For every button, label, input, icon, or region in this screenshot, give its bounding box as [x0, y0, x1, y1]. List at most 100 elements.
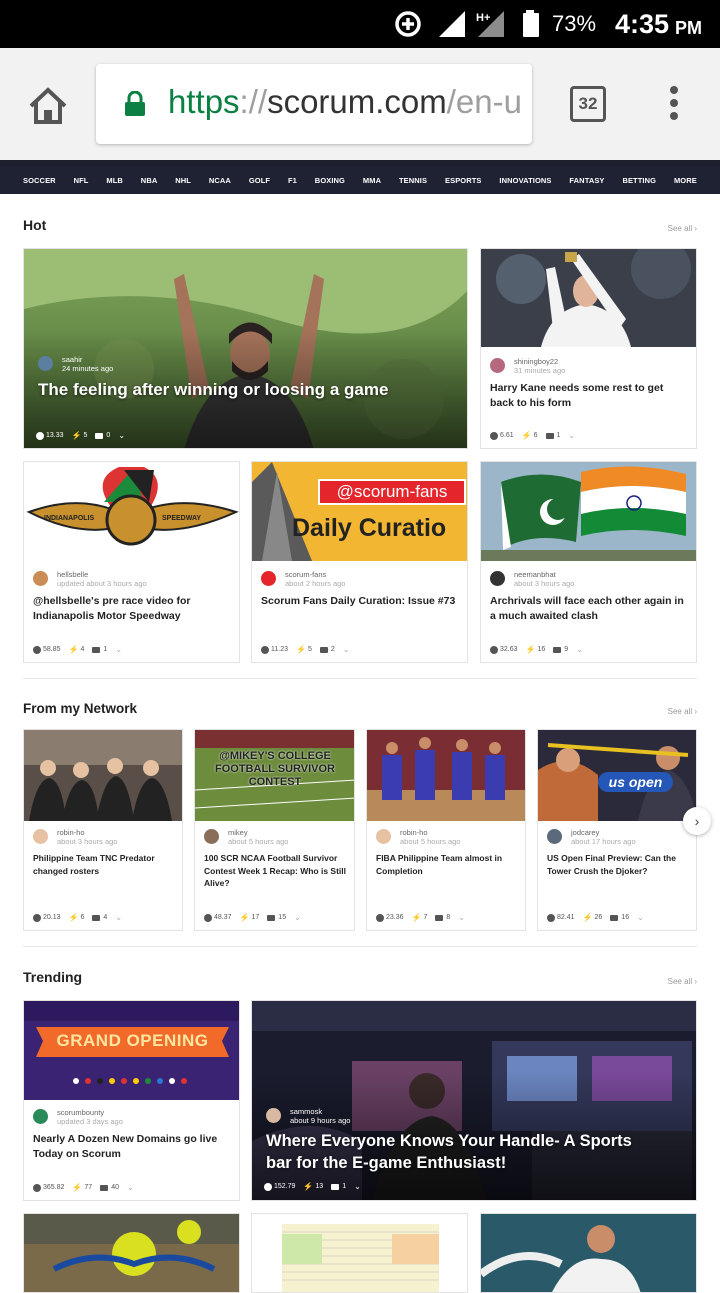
trending-see-all-link[interactable]: See all ›: [668, 977, 697, 986]
network-card[interactable]: robin-ho about 5 hours ago FIBA Philippin…: [366, 729, 526, 931]
network-see-all-link[interactable]: See all ›: [668, 707, 697, 716]
author-name[interactable]: mikey: [228, 828, 288, 837]
avatar[interactable]: [38, 356, 53, 371]
trending-card[interactable]: [23, 1213, 240, 1293]
chevron-down-icon[interactable]: ⌄: [568, 431, 575, 440]
chevron-down-icon[interactable]: ⌄: [343, 645, 350, 654]
sports-nav-item-golf[interactable]: GOLF: [249, 176, 270, 185]
trending-card[interactable]: [251, 1213, 468, 1293]
sports-nav-item-more[interactable]: MORE: [674, 176, 697, 185]
avatar[interactable]: [33, 829, 48, 844]
comment-icon[interactable]: [92, 646, 101, 653]
sports-nav-item-fantasy[interactable]: FANTASY: [569, 176, 604, 185]
post-title[interactable]: US Open Final Preview: Can the Tower Cru…: [547, 852, 688, 877]
comment-icon[interactable]: [267, 914, 276, 921]
hot-card[interactable]: shiningboy22 31 minutes ago Harry Kane ne…: [480, 248, 697, 449]
post-title[interactable]: Archrivals will face each other again in…: [490, 594, 688, 623]
network-card[interactable]: us open jodcarey about 17 hours ago US Op…: [537, 729, 697, 931]
post-title[interactable]: Where Everyone Knows Your Handle- A Spor…: [266, 1130, 656, 1174]
comment-icon[interactable]: [92, 914, 101, 921]
avatar[interactable]: [266, 1108, 281, 1123]
comment-icon[interactable]: [545, 432, 554, 439]
vote-icon[interactable]: ⚡: [69, 913, 79, 922]
post-title[interactable]: Harry Kane needs some rest to get back t…: [490, 381, 688, 410]
comment-icon[interactable]: [95, 432, 104, 439]
hot-see-all-link[interactable]: See all ›: [668, 224, 697, 233]
address-bar[interactable]: https://scorum.com/en-u: [96, 64, 532, 144]
tab-switcher-button[interactable]: 32: [570, 86, 606, 122]
sports-nav-item-nhl[interactable]: NHL: [175, 176, 191, 185]
vote-icon[interactable]: ⚡: [412, 913, 422, 922]
sports-nav-item-f1[interactable]: F1: [288, 176, 297, 185]
sports-nav-item-betting[interactable]: BETTING: [622, 176, 656, 185]
hot-card[interactable]: @scorum-fans Daily Curatio scorum-fans ab…: [251, 461, 468, 663]
vote-icon[interactable]: ⚡: [526, 645, 536, 654]
vote-icon[interactable]: ⚡: [72, 431, 82, 440]
avatar[interactable]: [490, 571, 505, 586]
trending-card-featured[interactable]: sammosk about 9 hours ago Where Everyone …: [251, 1000, 697, 1201]
sports-nav-item-boxing[interactable]: BOXING: [315, 176, 345, 185]
network-card[interactable]: @MIKEY'S COLLEGE FOOTBALL SURVIVOR CONTE…: [194, 729, 355, 931]
post-title[interactable]: FIBA Philippine Team almost in Completio…: [376, 852, 517, 877]
post-title[interactable]: 100 SCR NCAA Football Survivor Contest W…: [204, 852, 346, 890]
comment-icon[interactable]: [435, 914, 444, 921]
sports-nav-item-mma[interactable]: MMA: [363, 176, 381, 185]
home-icon[interactable]: [26, 84, 70, 128]
author-name[interactable]: saahir: [62, 355, 113, 364]
sports-nav-item-innovations[interactable]: INNOVATIONS: [499, 176, 551, 185]
post-title[interactable]: Scorum Fans Daily Curation: Issue #73: [261, 594, 459, 609]
sports-nav-item-nba[interactable]: NBA: [141, 176, 158, 185]
author-name[interactable]: robin-ho: [400, 828, 460, 837]
comment-icon[interactable]: [100, 1184, 109, 1191]
chevron-down-icon[interactable]: ⌄: [354, 1182, 361, 1191]
hot-card[interactable]: neemanbhat about 3 hours ago Archrivals w…: [480, 461, 697, 663]
vote-icon[interactable]: ⚡: [296, 645, 306, 654]
author-name[interactable]: neemanbhat: [514, 570, 574, 579]
url-text[interactable]: https://scorum.com/en-u: [168, 83, 522, 121]
chevron-down-icon[interactable]: ⌄: [294, 913, 301, 922]
author-name[interactable]: scorumbounty: [57, 1108, 123, 1117]
vote-icon[interactable]: ⚡: [72, 1183, 82, 1192]
post-title[interactable]: The feeling after winning or loosing a g…: [38, 379, 459, 401]
chevron-down-icon[interactable]: ⌄: [127, 1183, 134, 1192]
vote-icon[interactable]: ⚡: [522, 431, 532, 440]
sports-nav-item-soccer[interactable]: SOCCER: [23, 176, 56, 185]
network-card[interactable]: robin-ho about 3 hours ago Philippine Tea…: [23, 729, 183, 931]
trending-card[interactable]: GRAND OPENING scorumbounty updated 3 days…: [23, 1000, 240, 1201]
comment-icon[interactable]: [553, 646, 562, 653]
comment-icon[interactable]: [319, 646, 328, 653]
author-name[interactable]: shiningboy22: [514, 357, 565, 366]
sports-nav-item-nfl[interactable]: NFL: [74, 176, 89, 185]
author-name[interactable]: hellsbelle: [57, 570, 147, 579]
avatar[interactable]: [547, 829, 562, 844]
carousel-next-button[interactable]: ›: [683, 807, 711, 835]
chevron-down-icon[interactable]: ⌄: [115, 913, 122, 922]
chevron-down-icon[interactable]: ⌄: [458, 913, 465, 922]
avatar[interactable]: [33, 1109, 48, 1124]
vote-icon[interactable]: ⚡: [69, 645, 79, 654]
post-title[interactable]: Philippine Team TNC Predator changed ros…: [33, 852, 174, 877]
vote-icon[interactable]: ⚡: [583, 913, 593, 922]
vote-icon[interactable]: ⚡: [303, 1182, 313, 1191]
trending-card[interactable]: [480, 1213, 697, 1293]
sports-nav-item-mlb[interactable]: MLB: [106, 176, 123, 185]
avatar[interactable]: [204, 829, 219, 844]
chevron-down-icon[interactable]: ⌄: [637, 913, 644, 922]
avatar[interactable]: [33, 571, 48, 586]
vote-icon[interactable]: ⚡: [240, 913, 250, 922]
chevron-down-icon[interactable]: ⌄: [115, 645, 122, 654]
author-name[interactable]: jodcarey: [571, 828, 636, 837]
avatar[interactable]: [490, 358, 505, 373]
sports-nav-item-esports[interactable]: ESPORTS: [445, 176, 482, 185]
chevron-down-icon[interactable]: ⌄: [576, 645, 583, 654]
sports-nav-item-ncaa[interactable]: NCAA: [209, 176, 231, 185]
post-title[interactable]: Nearly A Dozen New Domains go live Today…: [33, 1132, 231, 1161]
sports-nav-item-tennis[interactable]: TENNIS: [399, 176, 427, 185]
avatar[interactable]: [261, 571, 276, 586]
chevron-down-icon[interactable]: ⌄: [118, 431, 125, 440]
avatar[interactable]: [376, 829, 391, 844]
author-name[interactable]: scorum-fans: [285, 570, 345, 579]
author-name[interactable]: robin-ho: [57, 828, 117, 837]
hot-card-featured[interactable]: saahir 24 minutes ago The feeling after w…: [23, 248, 468, 449]
comment-icon[interactable]: [610, 914, 619, 921]
